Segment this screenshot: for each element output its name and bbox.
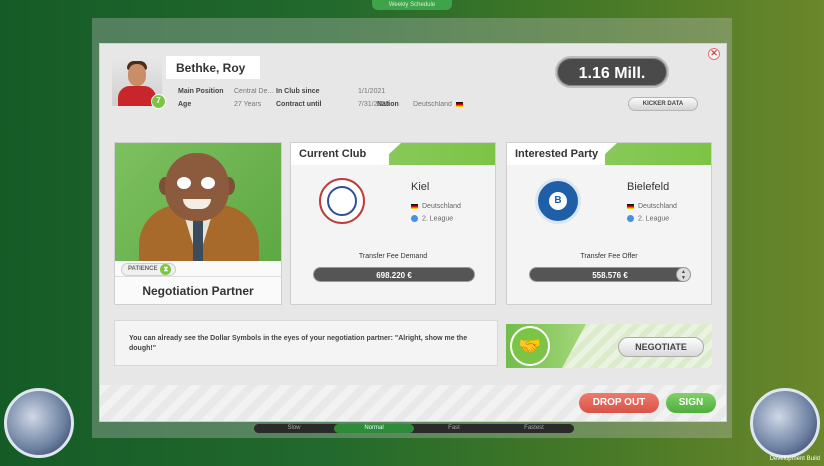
interested-party-card: Interested Party B Bielefeld Deutschland… — [506, 142, 712, 305]
interested-party-name: Bielefeld — [627, 181, 670, 193]
speed-normal[interactable]: Normal — [334, 424, 414, 433]
main-position-label: Main Position — [178, 88, 224, 95]
transfer-negotiation-dialog: ✕ 7 Bethke, Roy Main Position Central De… — [99, 43, 727, 422]
weekly-schedule-tab[interactable]: Weekly Schedule — [372, 0, 452, 10]
hourglass-icon: ⧗ — [160, 264, 172, 275]
speed-slow[interactable]: Slow — [254, 424, 334, 433]
left-ball-icon — [4, 388, 74, 458]
speed-fast[interactable]: Fast — [414, 424, 494, 433]
handshake-icon: 🤝 — [510, 326, 550, 366]
contract-until-label: Contract until — [276, 101, 322, 108]
current-club-country: Deutschland — [411, 203, 461, 210]
age-value: 27 Years — [234, 101, 262, 108]
transfer-fee-demand-label: Transfer Fee Demand — [358, 253, 428, 260]
germany-flag-icon — [411, 203, 418, 209]
germany-flag-icon — [627, 203, 634, 209]
dialog-footer: DROP OUT SIGN — [100, 385, 726, 421]
player-name: Bethke, Roy — [166, 56, 260, 79]
negotiation-partner-card: PATIENCE ⧗ Negotiation Partner — [114, 142, 282, 305]
fee-stepper-icon[interactable]: ▲ ▼ — [676, 267, 691, 282]
current-club-league: 2. League — [411, 215, 453, 222]
dev-build-label: Development Build — [769, 456, 820, 462]
patience-indicator: PATIENCE ⧗ — [121, 263, 177, 276]
negotiation-partner-label: Negotiation Partner — [115, 276, 281, 304]
close-icon[interactable]: ✕ — [708, 48, 720, 60]
current-club-name: Kiel — [411, 181, 430, 193]
drop-out-button[interactable]: DROP OUT — [579, 393, 659, 413]
negotiate-button[interactable]: NEGOTIATE — [618, 337, 704, 357]
speed-fastest[interactable]: Fastest — [494, 424, 574, 433]
nation-label: Nation — [377, 101, 399, 108]
negotiation-partner-portrait — [115, 143, 281, 261]
current-club-title: Current Club — [299, 148, 367, 160]
nation-value: Deutschland — [413, 101, 463, 108]
transfer-fee-offer-input[interactable]: 558.576 € ▲ ▼ — [529, 267, 691, 282]
player-rating-badge: 7 — [151, 94, 166, 109]
league-icon — [627, 215, 634, 222]
league-icon — [411, 215, 418, 222]
in-club-since-value: 1/1/2021 — [358, 88, 386, 95]
right-ball-icon — [750, 388, 820, 458]
interested-party-league: 2. League — [627, 215, 669, 222]
bielefeld-crest-icon: B — [535, 178, 581, 224]
main-position-value: Central De... — [234, 88, 274, 95]
game-speed-bar: Slow Normal Fast Fastest — [254, 424, 574, 433]
market-value: 1.16 Mill. — [555, 56, 669, 88]
negotiate-panel: 🤝 NEGOTIATE — [506, 324, 712, 368]
kicker-data-button[interactable]: KICKER DATA — [628, 97, 698, 111]
transfer-fee-demand-value: 698.220 € — [313, 267, 475, 282]
in-club-since-label: In Club since — [276, 88, 320, 95]
sign-button[interactable]: SIGN — [666, 393, 716, 413]
germany-flag-icon — [455, 101, 463, 107]
interested-party-title: Interested Party — [515, 148, 599, 160]
negotiation-quote: You can already see the Dollar Symbols i… — [114, 320, 498, 366]
current-club-card: Current Club Kiel Deutschland 2. League … — [290, 142, 496, 305]
age-label: Age — [178, 101, 192, 108]
transfer-fee-offer-label: Transfer Fee Offer — [580, 253, 638, 260]
kiel-crest-icon — [319, 178, 365, 224]
interested-party-country: Deutschland — [627, 203, 677, 210]
